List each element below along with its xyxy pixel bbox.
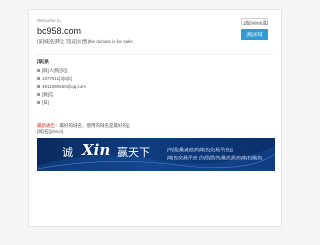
contact-section-title: [联]系 xyxy=(37,59,49,64)
notice-text: ：最好的域名，使用的域名是最好的[] xyxy=(55,123,130,128)
notice-label: 最新通告 xyxy=(37,123,55,128)
banner-logo: Xin xyxy=(82,141,111,159)
banner-tagline-1: [中]国[]最[诚]信[的]域[名]交[易]平[台][] xyxy=(167,147,233,152)
sale-notice: [该]域[名]转让 可[议]价[售]the domain is for sale… xyxy=(37,39,133,44)
welcome-text: Welcome to xyxy=(37,18,61,23)
promo-banner[interactable]: 诚 Xin 赢天下 [中]国[]最[诚]信[的]域[名]交[易]平[台][] [… xyxy=(37,138,275,171)
domain-sale-card: Welcome to bc958.com [该]域[名]转让 可[议]价[售]t… xyxy=(28,9,282,227)
banner-tagline-2: [域]名[交]易[平]台 [为]您[提]供[]最[优]质[的]域[名]服[务] xyxy=(167,155,263,160)
language-select[interactable]: [选]Select[语] xyxy=(241,18,268,25)
notice-extra: [域]名[]dn/cn] xyxy=(37,129,64,134)
contact-row-email[interactable]: 4811590550@qq.com xyxy=(37,84,86,89)
contact-row-name: [联]人[购]买[] xyxy=(37,68,68,74)
phone-icon xyxy=(37,77,40,81)
person-icon xyxy=(37,69,40,73)
mail-icon xyxy=(37,85,40,89)
section-divider xyxy=(37,54,273,55)
contact-row-wechat: [微]信 xyxy=(37,92,54,98)
wechat-icon xyxy=(37,93,40,97)
banner-slogan-right: 赢天下 xyxy=(117,146,150,159)
banner-slogan-left: 诚 xyxy=(62,146,73,159)
contact-row-time: [日] xyxy=(37,100,49,106)
clock-icon xyxy=(37,101,40,105)
domain-title: bc958.com xyxy=(37,26,82,36)
buy-domain-button[interactable]: [购]买域 xyxy=(241,29,268,40)
contact-row-phone[interactable]: 1377511[3]5[0] xyxy=(37,76,72,81)
